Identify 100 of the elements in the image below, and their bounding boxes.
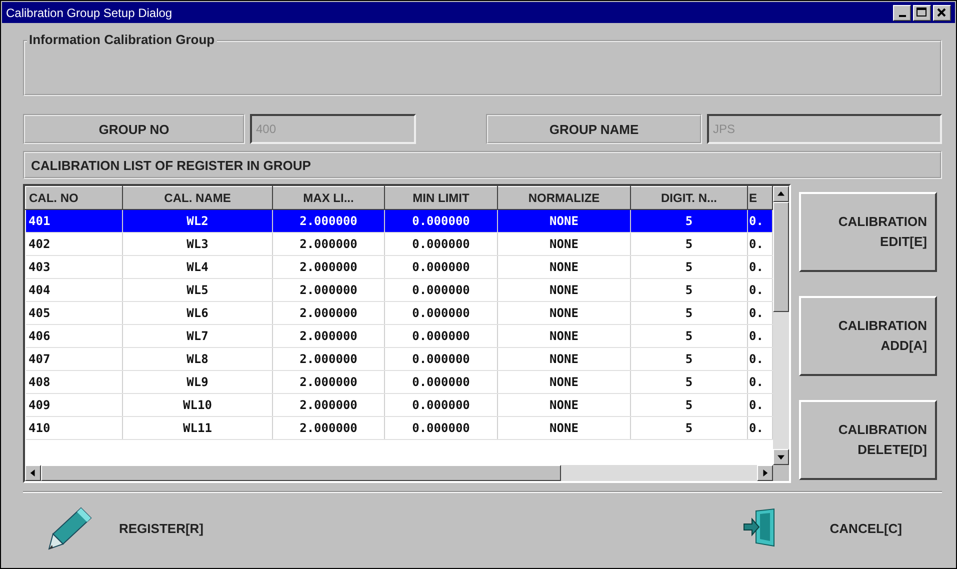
table-cell: WL5 <box>122 278 272 302</box>
table-cell: 0.000000 <box>384 210 498 232</box>
table-row[interactable]: 404 WL5 2.000000 0.000000 NONE 5 0. <box>26 278 772 302</box>
table-cell: 404 <box>26 278 122 302</box>
column-header[interactable]: E <box>748 186 772 210</box>
table-cell: 0.000000 <box>384 302 498 324</box>
column-header[interactable]: MAX LI... <box>272 186 384 210</box>
table-cell: 406 <box>26 324 122 348</box>
window-title: Calibration Group Setup Dialog <box>6 6 172 20</box>
table-cell: 5 <box>630 394 748 416</box>
group-title: Information Calibration Group <box>27 32 217 47</box>
table-cell: 2.000000 <box>272 370 384 394</box>
maximize-button[interactable] <box>913 4 931 20</box>
minimize-button[interactable] <box>893 4 911 20</box>
table-cell: WL3 <box>122 232 272 256</box>
table-cell: 409 <box>26 394 122 416</box>
column-header[interactable]: CAL. NO <box>26 186 122 210</box>
table-cell: WL8 <box>122 348 272 370</box>
table-cell: 2.000000 <box>272 324 384 348</box>
table-row[interactable]: 407 WL8 2.000000 0.000000 NONE 5 0. <box>26 348 772 370</box>
table-cell: 403 <box>26 256 122 278</box>
table-row[interactable]: 403 WL4 2.000000 0.000000 NONE 5 0. <box>26 256 772 278</box>
table-cell: 0.000000 <box>384 278 498 302</box>
table-cell: 2.000000 <box>272 232 384 256</box>
column-header[interactable]: DIGIT. N... <box>630 186 748 210</box>
table-cell: 2.000000 <box>272 394 384 416</box>
table-cell: 0. <box>748 210 772 232</box>
column-header[interactable]: CAL. NAME <box>122 186 272 210</box>
table-cell: NONE <box>498 348 630 370</box>
table-cell: 410 <box>26 416 122 440</box>
scroll-button[interactable] <box>25 465 41 481</box>
table-cell: 405 <box>26 302 122 324</box>
footer-button[interactable]: CANCEL[C] <box>742 508 902 548</box>
scrollbar-corner <box>773 465 789 481</box>
footer-button[interactable]: REGISTER[R] <box>45 504 204 552</box>
table-cell: NONE <box>498 278 630 302</box>
table-cell: 402 <box>26 232 122 256</box>
table-cell: 5 <box>630 324 748 348</box>
table-cell: WL2 <box>122 210 272 232</box>
table-cell: 401 <box>26 210 122 232</box>
table-cell: NONE <box>498 370 630 394</box>
table-cell: 2.000000 <box>272 210 384 232</box>
column-header[interactable]: MIN LIMIT <box>384 186 498 210</box>
table-row[interactable]: 401 WL2 2.000000 0.000000 NONE 5 0. <box>26 210 772 232</box>
table-cell: NONE <box>498 416 630 440</box>
table-cell: 0.000000 <box>384 324 498 348</box>
table-cell: NONE <box>498 394 630 416</box>
table-cell: NONE <box>498 232 630 256</box>
table-cell: 0.000000 <box>384 394 498 416</box>
table-cell: 2.000000 <box>272 416 384 440</box>
table-cell: 2.000000 <box>272 278 384 302</box>
table-cell: 5 <box>630 210 748 232</box>
table-cell: NONE <box>498 256 630 278</box>
table-row[interactable]: 409 WL10 2.000000 0.000000 NONE 5 0. <box>26 394 772 416</box>
list-caption: CALIBRATION LIST OF REGISTER IN GROUP <box>23 151 942 179</box>
horizontal-scrollbar[interactable] <box>25 465 773 481</box>
table-cell: 0.000000 <box>384 256 498 278</box>
table-cell: NONE <box>498 210 630 232</box>
table-cell: WL11 <box>122 416 272 440</box>
column-header[interactable]: NORMALIZE <box>498 186 630 210</box>
table-cell: 5 <box>630 256 748 278</box>
table-cell: NONE <box>498 324 630 348</box>
table-cell: WL7 <box>122 324 272 348</box>
minimize-icon <box>898 14 906 16</box>
table-cell: WL6 <box>122 302 272 324</box>
table-cell: 5 <box>630 370 748 394</box>
table-cell: 5 <box>630 302 748 324</box>
table-row[interactable]: 408 WL9 2.000000 0.000000 NONE 5 0. <box>26 370 772 394</box>
table-cell: 2.000000 <box>272 302 384 324</box>
table-cell: 408 <box>26 370 122 394</box>
table-cell: 0.000000 <box>384 232 498 256</box>
table-cell: 0.000000 <box>384 370 498 394</box>
table-cell: WL10 <box>122 394 272 416</box>
field-label: GROUP NAME <box>486 114 702 144</box>
table-row[interactable]: 406 WL7 2.000000 0.000000 NONE 5 0. <box>26 324 772 348</box>
table-cell: 0.000000 <box>384 416 498 440</box>
side-button[interactable]: CALIBRATION DELETE[D] <box>799 400 937 480</box>
table-cell: 5 <box>630 232 748 256</box>
table-cell: 5 <box>630 416 748 440</box>
close-button[interactable] <box>933 4 951 20</box>
scroll-button[interactable] <box>773 449 789 465</box>
scroll-button[interactable] <box>773 186 789 202</box>
table-row[interactable]: 405 WL6 2.000000 0.000000 NONE 5 0. <box>26 302 772 324</box>
table-cell: 5 <box>630 348 748 370</box>
table-row[interactable]: 402 WL3 2.000000 0.000000 NONE 5 0. <box>26 232 772 256</box>
side-button[interactable]: CALIBRATION EDIT[E] <box>799 192 937 272</box>
table-cell: 0.000000 <box>384 348 498 370</box>
table-cell: NONE <box>498 302 630 324</box>
scroll-thumb[interactable] <box>41 465 561 481</box>
field-label: GROUP NO <box>23 114 245 144</box>
scroll-button[interactable] <box>757 465 773 481</box>
table-cell: WL9 <box>122 370 272 394</box>
table-cell: 2.000000 <box>272 256 384 278</box>
side-button[interactable]: CALIBRATION ADD[A] <box>799 296 937 376</box>
table-row[interactable]: 410 WL11 2.000000 0.000000 NONE 5 0. <box>26 416 772 440</box>
vertical-scrollbar[interactable] <box>773 186 789 465</box>
table-cell: 407 <box>26 348 122 370</box>
scroll-thumb[interactable] <box>773 202 789 312</box>
table-cell: WL4 <box>122 256 272 278</box>
table-cell: 5 <box>630 278 748 302</box>
